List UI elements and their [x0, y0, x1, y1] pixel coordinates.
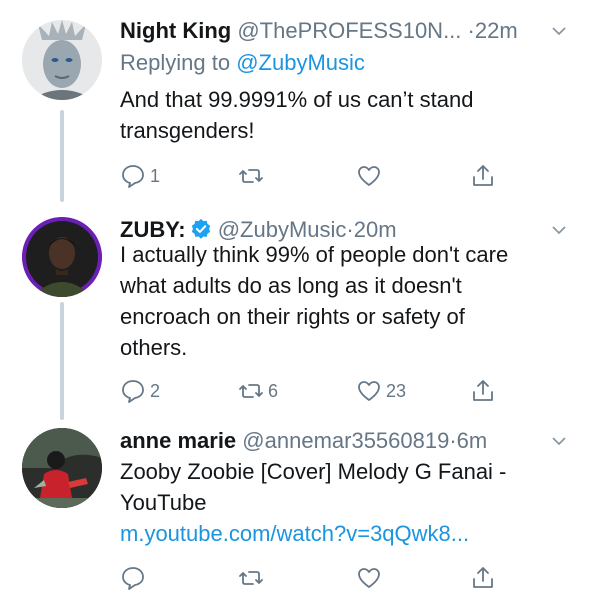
avatar[interactable] [22, 20, 102, 100]
replying-to-label: Replying to [120, 50, 231, 75]
share-icon [473, 567, 493, 588]
action-bar [120, 562, 500, 594]
avatar-image-icon [22, 217, 102, 297]
user-handle[interactable]: @annemar35560819 [242, 428, 449, 453]
chevron-down-icon[interactable] [550, 22, 568, 40]
tweet-text-line: encroach on their rights or safety of [120, 304, 465, 329]
display-name[interactable]: Night King [120, 18, 231, 43]
separator-dot: · [449, 428, 457, 453]
reply-icon [122, 567, 144, 590]
display-name[interactable]: anne marie [120, 428, 236, 453]
tweet-header: anne marie @annemar35560819·6m [120, 424, 562, 458]
tweet-link[interactable]: m.youtube.com/watch?v=3qQwk8... [120, 518, 570, 549]
reply-button[interactable]: 2 [120, 375, 160, 407]
timestamp[interactable]: 6m [457, 428, 488, 453]
tweet-2[interactable]: ZUBY: @ZubyMusic·20m I actually think 99… [0, 205, 592, 420]
retweet-count: 6 [268, 380, 279, 401]
share-icon [473, 165, 493, 186]
avatar[interactable] [22, 217, 102, 297]
share-button[interactable] [470, 160, 496, 192]
retweet-icon [239, 571, 263, 585]
tweet-header: Night King @ThePROFESS10N... ·22m [120, 14, 562, 48]
share-button[interactable] [470, 562, 496, 594]
tweet-text-line: YouTube [120, 490, 207, 515]
tweet-text: And that 99.9991% of us can’t stand tran… [120, 84, 570, 146]
retweet-icon [239, 384, 263, 398]
like-button[interactable] [356, 160, 386, 192]
reply-icon [122, 380, 144, 403]
reply-count: 2 [150, 380, 161, 401]
avatar[interactable] [22, 428, 102, 508]
like-count: 23 [386, 380, 407, 401]
avatar-image-icon [22, 428, 102, 508]
tweet-1[interactable]: Night King @ThePROFESS10N... ·22m Replyi… [0, 0, 592, 205]
tweet-text: I actually think 99% of people don't car… [120, 239, 570, 363]
chevron-down-icon[interactable] [550, 432, 568, 450]
verified-badge-icon [191, 218, 210, 239]
retweet-button[interactable] [238, 562, 268, 594]
replying-to-handle[interactable]: @ZubyMusic [236, 50, 365, 75]
avatar-image-icon [22, 20, 102, 100]
action-bar: 2 6 23 [120, 375, 500, 407]
reply-button[interactable] [120, 562, 150, 594]
like-button[interactable] [356, 562, 386, 594]
retweet-button[interactable]: 6 [238, 375, 278, 407]
timestamp[interactable]: 22m [475, 18, 518, 43]
separator-dot: · [467, 18, 475, 43]
like-button[interactable]: 23 [356, 375, 406, 407]
tweet-text-line: transgenders! [120, 118, 255, 143]
tweet-text-line: I actually think 99% of people don't car… [120, 242, 509, 267]
reply-count: 1 [150, 165, 161, 186]
tweet-text-line: what adults do as long as it doesn't [120, 273, 462, 298]
heart-icon [358, 381, 380, 401]
retweet-icon [239, 169, 263, 183]
tweet-3[interactable]: anne marie @annemar35560819·6m Zooby Zoo… [0, 420, 592, 600]
replying-to: Replying to @ZubyMusic [120, 48, 365, 78]
chevron-down-icon[interactable] [550, 221, 568, 239]
tweet-text-line: Zooby Zoobie [Cover] Melody G Fanai - [120, 459, 507, 484]
share-icon [473, 380, 493, 401]
retweet-button[interactable] [238, 160, 268, 192]
tweet-text: Zooby Zoobie [Cover] Melody G Fanai - Yo… [120, 456, 570, 549]
heart-icon [358, 166, 380, 186]
heart-icon [358, 568, 380, 588]
share-button[interactable] [470, 375, 496, 407]
reply-icon [122, 165, 144, 188]
reply-button[interactable]: 1 [120, 160, 160, 192]
tweet-text-line: And that 99.9991% of us can’t stand [120, 87, 474, 112]
tweet-text-line: others. [120, 335, 188, 360]
action-bar: 1 [120, 160, 500, 192]
user-handle[interactable]: @ThePROFESS10N... [237, 18, 461, 43]
